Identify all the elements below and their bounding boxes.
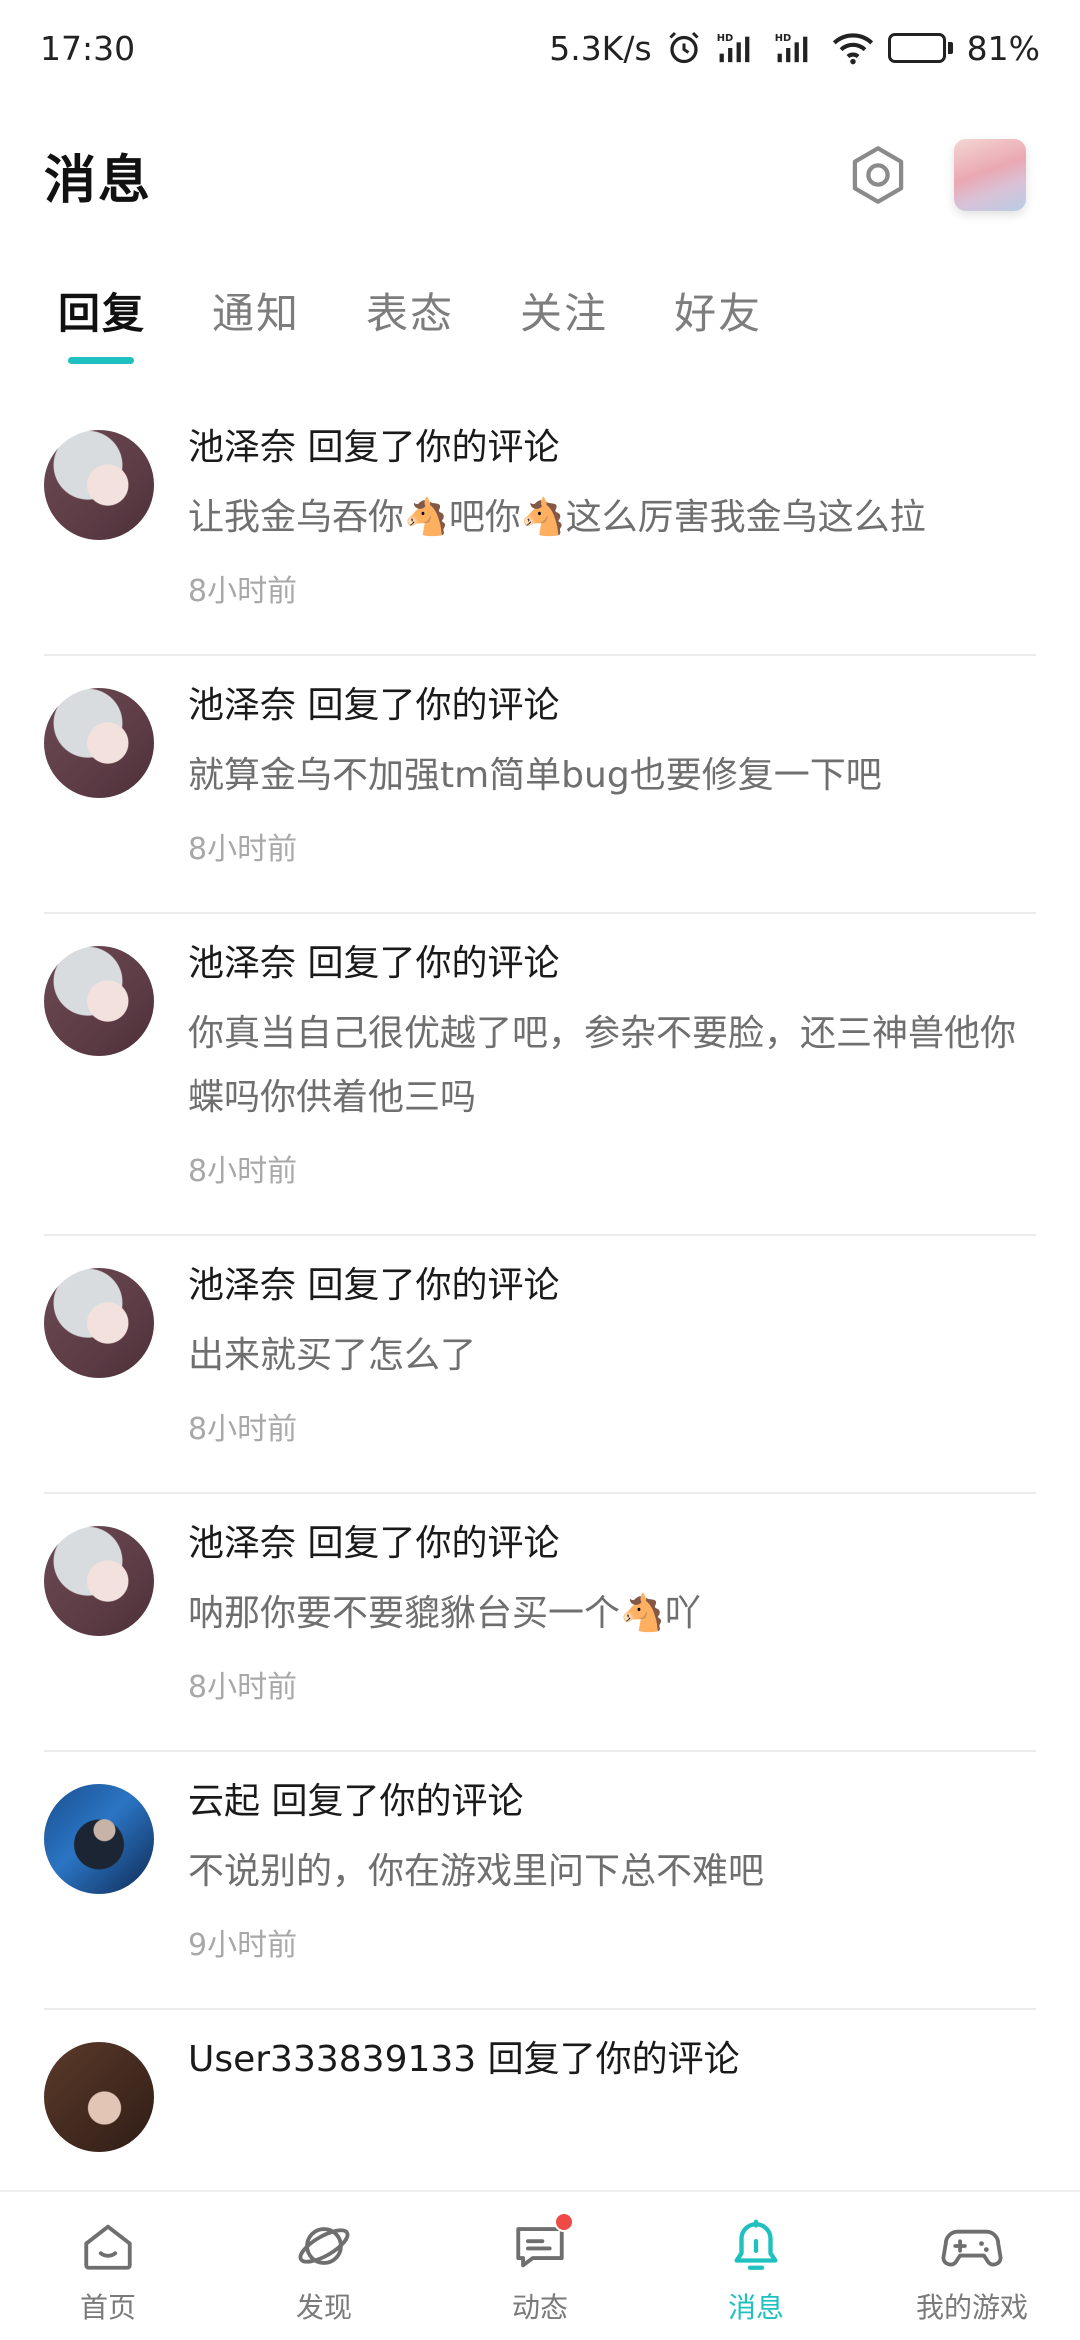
message-time: 8小时前 xyxy=(188,1670,298,1705)
tab-friends[interactable]: 好友 xyxy=(674,270,762,350)
avatar[interactable] xyxy=(44,430,154,540)
list-item[interactable]: 池泽奈 回复了你的评论 出来就买了怎么了 8小时前 xyxy=(0,1236,1080,1494)
list-item[interactable]: 池泽奈 回复了你的评论 你真当自己很优越了吧，参杂不要脸，还三神兽他你蝶吗你供着… xyxy=(0,914,1080,1236)
nav-label: 首页 xyxy=(79,2291,136,2324)
nav-label: 动态 xyxy=(511,2291,568,2324)
message-list: 池泽奈 回复了你的评论 让我金乌吞你🐴吧你🐴这么厉害我金乌这么拉 8小时前 池泽… xyxy=(0,398,1080,2152)
nav-messages[interactable]: 消息 xyxy=(648,2192,864,2340)
avatar[interactable] xyxy=(44,946,154,1056)
home-icon xyxy=(76,2214,140,2278)
message-text: 就算金乌不加强tm简单bug也要修复一下吧 xyxy=(188,755,882,796)
nav-label: 发现 xyxy=(295,2291,352,2324)
message-text: 让我金乌吞你🐴吧你🐴这么厉害我金乌这么拉 xyxy=(188,497,926,538)
profile-avatar[interactable] xyxy=(954,139,1026,211)
message-text: 不说别的，你在游戏里问下总不难吧 xyxy=(188,1851,765,1892)
avatar[interactable] xyxy=(44,2042,154,2152)
battery-icon xyxy=(887,33,953,63)
message-title: 池泽奈 回复了你的评论 xyxy=(188,1265,560,1306)
alarm-icon xyxy=(666,30,702,66)
message-tabs: 回复 通知 表态 关注 好友 xyxy=(0,270,1080,380)
page-title: 消息 xyxy=(44,150,153,211)
nav-label: 我的游戏 xyxy=(915,2291,1028,2324)
status-indicators: 5.3K/s HD HD 81% xyxy=(549,29,1040,68)
avatar[interactable] xyxy=(44,1526,154,1636)
nav-my-games[interactable]: 我的游戏 xyxy=(864,2192,1080,2340)
notification-badge xyxy=(554,2212,574,2232)
nav-home[interactable]: 首页 xyxy=(0,2192,216,2340)
tab-label: 好友 xyxy=(674,288,763,338)
list-item[interactable]: User333839133 回复了你的评论 xyxy=(0,2010,1080,2152)
battery-percent: 81% xyxy=(966,28,1040,68)
network-speed: 5.3K/s xyxy=(549,28,652,68)
status-bar: 17:30 5.3K/s HD HD 81% xyxy=(0,0,1080,96)
settings-button[interactable] xyxy=(842,139,914,211)
avatar[interactable] xyxy=(44,1784,154,1894)
list-item[interactable]: 池泽奈 回复了你的评论 让我金乌吞你🐴吧你🐴这么厉害我金乌这么拉 8小时前 xyxy=(0,398,1080,656)
tab-label: 回复 xyxy=(58,288,147,338)
message-title: 池泽奈 回复了你的评论 xyxy=(188,427,560,468)
planet-icon xyxy=(292,2214,356,2278)
message-time: 8小时前 xyxy=(188,574,298,609)
message-text: 你真当自己很优越了吧，参杂不要脸，还三神兽他你蝶吗你供着他三吗 xyxy=(188,1013,1017,1118)
list-item[interactable]: 云起 回复了你的评论 不说别的，你在游戏里问下总不难吧 9小时前 xyxy=(0,1752,1080,2010)
message-time: 8小时前 xyxy=(188,832,298,867)
list-item[interactable]: 池泽奈 回复了你的评论 呐那你要不要貔貅台买一个🐴吖 8小时前 xyxy=(0,1494,1080,1752)
bell-icon xyxy=(724,2214,788,2278)
chat-bubble-icon xyxy=(508,2212,574,2278)
message-text: 出来就买了怎么了 xyxy=(188,1335,477,1376)
svg-text:HD: HD xyxy=(774,33,791,44)
list-item[interactable]: 池泽奈 回复了你的评论 就算金乌不加强tm简单bug也要修复一下吧 8小时前 xyxy=(0,656,1080,914)
message-title: 池泽奈 回复了你的评论 xyxy=(188,943,560,984)
tab-label: 表态 xyxy=(366,288,455,338)
nav-discover[interactable]: 发现 xyxy=(216,2192,432,2340)
message-time: 9小时前 xyxy=(188,1928,298,1963)
message-time: 8小时前 xyxy=(188,1412,298,1447)
message-text: 呐那你要不要貔貅台买一个🐴吖 xyxy=(188,1593,701,1634)
status-time: 17:30 xyxy=(40,28,136,68)
message-title: 池泽奈 回复了你的评论 xyxy=(188,1523,560,1564)
message-time: 8小时前 xyxy=(188,1154,298,1189)
nav-feed[interactable]: 动态 xyxy=(432,2192,648,2340)
nav-label: 消息 xyxy=(727,2291,784,2324)
tab-reaction[interactable]: 表态 xyxy=(366,270,454,350)
page-header: 消息 xyxy=(0,120,1080,230)
signal-hd-icon: HD xyxy=(774,31,818,65)
message-title: 池泽奈 回复了你的评论 xyxy=(188,685,560,726)
bottom-nav: 首页 发现 动态 消息 我的游戏 xyxy=(0,2190,1080,2340)
gamepad-icon xyxy=(940,2214,1004,2278)
tab-active-indicator xyxy=(68,357,134,364)
svg-text:HD: HD xyxy=(716,33,733,44)
tab-label: 通知 xyxy=(212,288,301,338)
tab-notice[interactable]: 通知 xyxy=(212,270,300,350)
message-title: 云起 回复了你的评论 xyxy=(188,1781,524,1822)
settings-hex-icon xyxy=(852,146,904,204)
wifi-icon xyxy=(832,31,874,65)
avatar[interactable] xyxy=(44,1268,154,1378)
signal-hd-icon: HD xyxy=(716,31,760,65)
avatar[interactable] xyxy=(44,688,154,798)
tab-follow[interactable]: 关注 xyxy=(520,270,608,350)
tab-reply[interactable]: 回复 xyxy=(58,270,147,364)
message-title: User333839133 回复了你的评论 xyxy=(188,2039,740,2080)
tab-label: 关注 xyxy=(520,288,609,338)
